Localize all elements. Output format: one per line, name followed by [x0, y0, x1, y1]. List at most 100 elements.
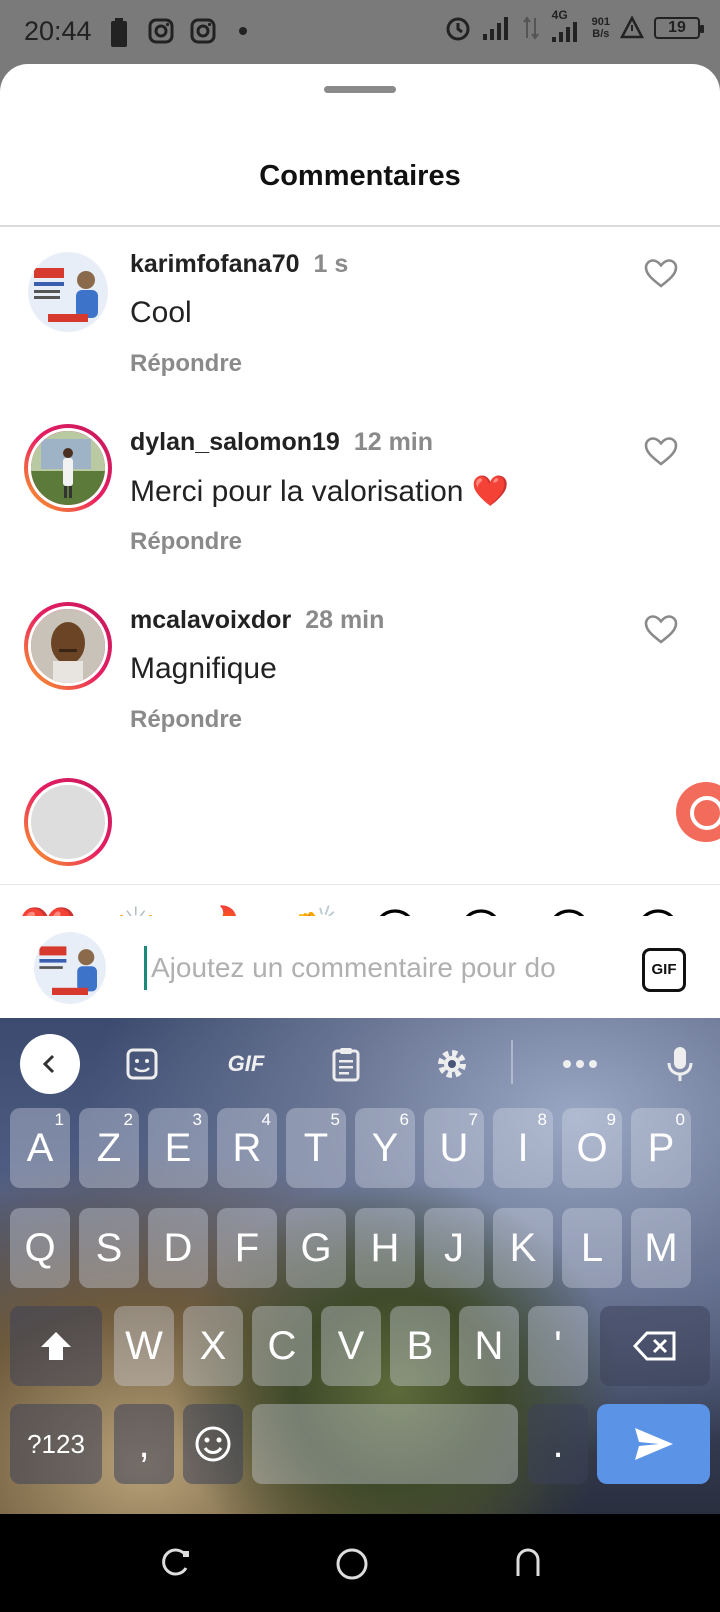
symbols-key[interactable]: ?123: [10, 1404, 102, 1484]
reply-button[interactable]: Répondre: [130, 706, 242, 734]
keyboard-settings-button[interactable]: [428, 1034, 476, 1094]
clipboard-icon: [332, 1048, 360, 1082]
avatar[interactable]: [24, 424, 112, 512]
send-key[interactable]: [597, 1404, 710, 1484]
comment-time: 28 min: [305, 606, 385, 634]
key-l[interactable]: L: [562, 1208, 622, 1288]
like-heart-icon[interactable]: [644, 614, 678, 644]
warning-flask-icon: [620, 16, 644, 39]
my-avatar: [34, 932, 106, 1004]
key-q[interactable]: Q: [10, 1208, 70, 1288]
key-label: I: [517, 1125, 529, 1170]
chevron-left-icon: [42, 1054, 55, 1074]
reply-button[interactable]: Répondre: [130, 528, 242, 556]
comment-item: dylan_salomon19 12 min Merci pour la valo…: [0, 422, 720, 592]
back-icon[interactable]: [512, 1546, 544, 1578]
recent-apps-icon[interactable]: [160, 1546, 192, 1578]
shift-key[interactable]: [10, 1306, 102, 1386]
key-k[interactable]: K: [493, 1208, 553, 1288]
sticker-button[interactable]: [118, 1034, 166, 1094]
soft-keyboard: GIF A1 Z2 E3 R4 T5 Y6 U7 I8 O9 P0 Q S D …: [0, 1018, 720, 1514]
emoji-key[interactable]: [183, 1404, 243, 1484]
network-speed-unit: B/s: [592, 28, 610, 40]
key-hint: 7: [468, 1110, 478, 1129]
network-speed-value: 901: [591, 16, 610, 28]
system-navigation-bar: [0, 1514, 720, 1612]
key-o[interactable]: O9: [562, 1108, 622, 1188]
like-heart-icon[interactable]: [644, 258, 678, 288]
divider: [0, 225, 720, 227]
key-m[interactable]: M: [631, 1208, 691, 1288]
key-hint: 6: [399, 1110, 409, 1129]
key-apostrophe[interactable]: ': [528, 1306, 588, 1386]
more-dots-icon: [563, 1060, 597, 1068]
key-hint: 1: [54, 1110, 64, 1129]
alarm-icon: [446, 17, 470, 41]
key-u[interactable]: U7: [424, 1108, 484, 1188]
key-period[interactable]: .: [528, 1404, 588, 1484]
keyboard-gif-button[interactable]: GIF: [214, 1034, 278, 1094]
key-h[interactable]: H: [355, 1208, 415, 1288]
key-z[interactable]: Z2: [79, 1108, 139, 1188]
key-s[interactable]: S: [79, 1208, 139, 1288]
key-n[interactable]: N: [459, 1306, 519, 1386]
comment-composer: GIF: [0, 916, 720, 1018]
key-d[interactable]: D: [148, 1208, 208, 1288]
avatar[interactable]: [24, 778, 112, 866]
comment-item-partial: [0, 776, 720, 866]
key-x[interactable]: X: [183, 1306, 243, 1386]
like-heart-icon[interactable]: [644, 436, 678, 466]
key-label: E: [164, 1125, 192, 1170]
comment-item: mcalavoixdor 28 min Magnifique Répondre: [0, 600, 720, 770]
username[interactable]: dylan_salomon19: [130, 428, 340, 456]
drag-handle[interactable]: [324, 86, 396, 93]
keyboard-back-button[interactable]: [20, 1034, 80, 1094]
key-g[interactable]: G: [286, 1208, 346, 1288]
comment-input[interactable]: [144, 946, 614, 990]
clipboard-button[interactable]: [322, 1034, 370, 1094]
key-e[interactable]: E3: [148, 1108, 208, 1188]
instagram-icon: [190, 18, 216, 44]
key-f[interactable]: F: [217, 1208, 277, 1288]
comment-username[interactable]: mcalavoixdor 28 min: [130, 606, 384, 635]
key-a[interactable]: A1: [10, 1108, 70, 1188]
battery-indicator: 19: [654, 17, 704, 39]
reply-button[interactable]: Répondre: [130, 350, 242, 378]
backspace-key[interactable]: [600, 1306, 710, 1386]
username[interactable]: karimfofana70: [130, 250, 300, 278]
key-label: R: [232, 1125, 262, 1170]
more-options-button[interactable]: [556, 1034, 604, 1094]
key-v[interactable]: V: [321, 1306, 381, 1386]
key-j[interactable]: J: [424, 1208, 484, 1288]
username[interactable]: mcalavoixdor: [130, 606, 291, 634]
key-c[interactable]: C: [252, 1306, 312, 1386]
space-key[interactable]: [252, 1404, 518, 1484]
comment-item: karimfofana70 1 s Cool Répondre: [0, 244, 720, 414]
key-b[interactable]: B: [390, 1306, 450, 1386]
key-p[interactable]: P0: [631, 1108, 691, 1188]
key-y[interactable]: Y6: [355, 1108, 415, 1188]
key-t[interactable]: T5: [286, 1108, 346, 1188]
comments-sheet: Commentaires karimfofana70 1 s Cool Répon…: [0, 64, 720, 1018]
key-r[interactable]: R4: [217, 1108, 277, 1188]
key-comma[interactable]: ,: [114, 1404, 174, 1484]
more-notifications-icon: [239, 27, 247, 35]
voice-input-button[interactable]: [656, 1034, 704, 1094]
avatar[interactable]: [24, 602, 112, 690]
status-time: 20:44: [24, 16, 92, 46]
comment-username[interactable]: karimfofana70 1 s: [130, 250, 348, 279]
key-w[interactable]: W: [114, 1306, 174, 1386]
key-hint: 2: [123, 1110, 133, 1129]
comment-username[interactable]: dylan_salomon19 12 min: [130, 428, 433, 457]
comment-text: Cool: [130, 296, 192, 329]
gif-button[interactable]: GIF: [642, 948, 686, 992]
key-label: T: [303, 1125, 329, 1170]
key-hint: 8: [537, 1110, 547, 1129]
battery-saver-icon: [111, 18, 127, 47]
home-icon[interactable]: [334, 1546, 370, 1582]
avatar[interactable]: [28, 252, 108, 332]
comment-text: Magnifique: [130, 652, 277, 685]
status-bar: 20:44 4G 901 B/s 19: [0, 0, 720, 64]
microphone-icon: [667, 1047, 693, 1081]
key-i[interactable]: I8: [493, 1108, 553, 1188]
